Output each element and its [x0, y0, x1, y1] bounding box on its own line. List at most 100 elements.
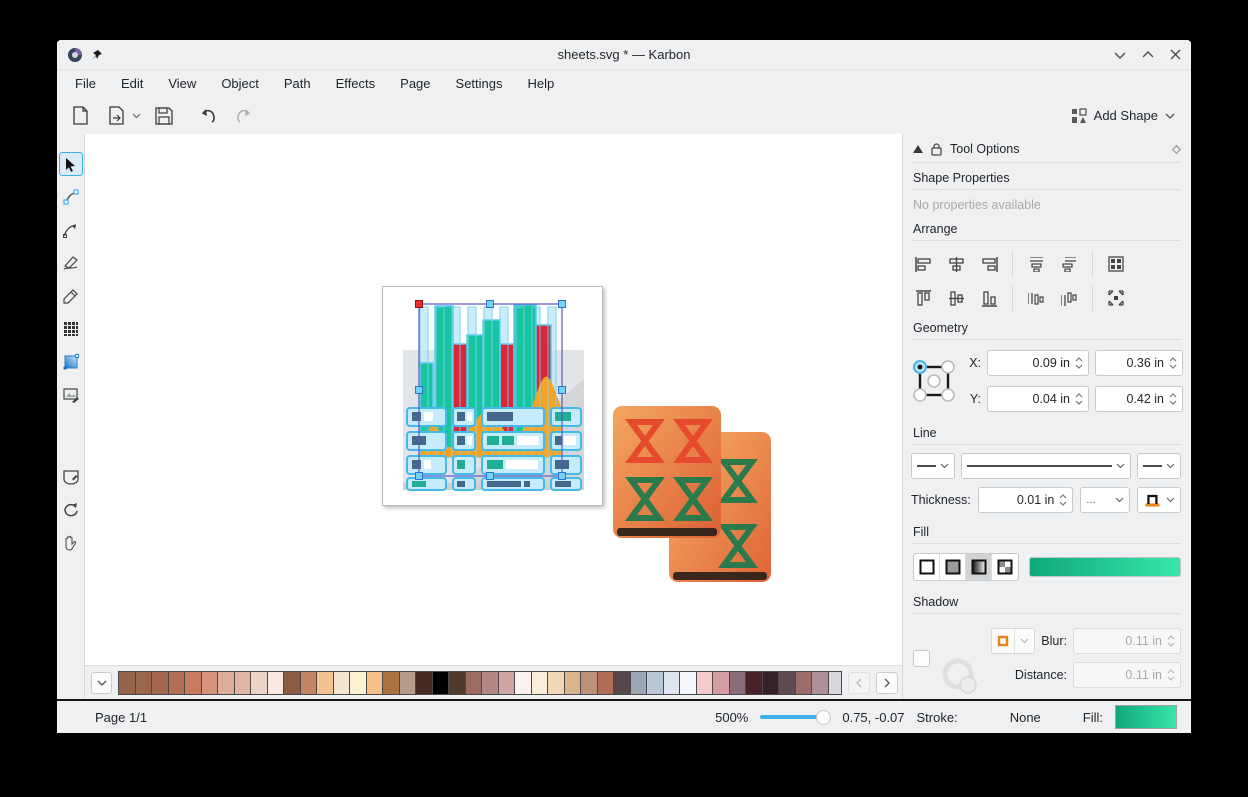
collapse-docker-icon[interactable] [913, 145, 923, 153]
color-swatch[interactable] [548, 672, 565, 694]
zoom-slider[interactable] [760, 708, 830, 726]
line-start-marker-combo[interactable] [911, 453, 955, 479]
gradient-tool-button[interactable] [59, 350, 83, 374]
zoom-tool-button[interactable] [59, 498, 83, 522]
align-center-vertical-button[interactable] [946, 288, 966, 308]
align-right-button[interactable] [979, 254, 999, 274]
distribute-vertical-center-button[interactable] [1026, 288, 1046, 308]
menu-object[interactable]: Object [221, 76, 259, 91]
zoom-slider-handle[interactable] [816, 710, 831, 725]
menu-page[interactable]: Page [400, 76, 430, 91]
fill-none-button[interactable] [914, 554, 940, 580]
color-swatch[interactable] [532, 672, 549, 694]
color-swatch[interactable] [169, 672, 186, 694]
canvas[interactable] [85, 134, 902, 665]
selection-handle-top-left[interactable] [415, 300, 423, 308]
align-top-button[interactable] [913, 288, 933, 308]
color-swatch[interactable] [152, 672, 169, 694]
line-end-marker-combo[interactable] [1137, 453, 1181, 479]
add-shape-button[interactable]: Add Shape [1065, 105, 1181, 127]
color-swatch[interactable] [730, 672, 747, 694]
ungroup-objects-button[interactable] [1106, 288, 1126, 308]
color-swatch[interactable] [598, 672, 615, 694]
color-swatch[interactable] [614, 672, 631, 694]
selection-handle-middle-left[interactable] [415, 386, 423, 394]
x-position-spinbox[interactable]: 0.09 in [987, 350, 1089, 376]
color-swatch[interactable] [581, 672, 598, 694]
color-swatch[interactable] [466, 672, 483, 694]
height-spinbox[interactable]: 0.42 in [1095, 386, 1183, 412]
align-center-horizontal-button[interactable] [946, 254, 966, 274]
menu-settings[interactable]: Settings [456, 76, 503, 91]
close-button[interactable] [1170, 49, 1181, 60]
edit-shapes-tool-button[interactable] [59, 185, 83, 209]
pan-tool-button[interactable] [59, 531, 83, 555]
redo-button[interactable] [231, 103, 257, 129]
thickness-spinbox[interactable]: 0.01 in [978, 487, 1074, 513]
fill-solid-button[interactable] [940, 554, 966, 580]
shadow-blur-spinbox[interactable]: 0.11 in [1073, 628, 1181, 654]
selection-handle-bottom-left[interactable] [415, 472, 423, 480]
save-button[interactable] [151, 103, 177, 129]
align-left-button[interactable] [913, 254, 933, 274]
fill-gradient-button[interactable] [966, 554, 992, 580]
fill-pattern-button[interactable] [992, 554, 1018, 580]
line-style-combo[interactable] [961, 453, 1131, 479]
selection-handle-top-right[interactable] [558, 300, 566, 308]
color-swatch[interactable] [284, 672, 301, 694]
title-bar[interactable]: sheets.svg * — Karbon [57, 40, 1191, 70]
color-swatch[interactable] [416, 672, 433, 694]
sheets-icon-artwork[interactable] [607, 400, 782, 590]
distribute-vertical-gaps-button[interactable] [1059, 288, 1079, 308]
distribute-horizontal-center-button[interactable] [1026, 254, 1046, 274]
color-swatch[interactable] [367, 672, 384, 694]
calligraphy-tool-button[interactable] [59, 251, 83, 275]
y-position-spinbox[interactable]: 0.04 in [987, 386, 1089, 412]
menu-help[interactable]: Help [528, 76, 555, 91]
pencil-tool-button[interactable] [59, 284, 83, 308]
maximize-button[interactable] [1142, 51, 1154, 59]
color-swatch[interactable] [235, 672, 252, 694]
open-document-button[interactable] [103, 103, 129, 129]
color-swatch[interactable] [218, 672, 235, 694]
selection-handle-middle-right[interactable] [558, 386, 566, 394]
color-swatch[interactable] [499, 672, 516, 694]
menu-edit[interactable]: Edit [121, 76, 143, 91]
selection-handle-bottom-right[interactable] [558, 472, 566, 480]
color-swatch[interactable] [812, 672, 829, 694]
color-swatch[interactable] [350, 672, 367, 694]
color-swatch[interactable] [136, 672, 153, 694]
color-swatch[interactable] [796, 672, 813, 694]
color-swatch[interactable] [829, 672, 842, 694]
select-tool-button[interactable] [59, 152, 83, 176]
color-swatch[interactable] [631, 672, 648, 694]
color-swatch[interactable] [334, 672, 351, 694]
menu-path[interactable]: Path [284, 76, 311, 91]
pen-tool-button[interactable] [59, 218, 83, 242]
palette-menu-button[interactable] [91, 672, 112, 694]
color-swatch[interactable] [449, 672, 466, 694]
new-document-button[interactable] [67, 103, 93, 129]
color-swatch[interactable] [301, 672, 318, 694]
align-bottom-button[interactable] [979, 288, 999, 308]
color-swatch[interactable] [713, 672, 730, 694]
color-swatch[interactable] [202, 672, 219, 694]
shadow-distance-spinbox[interactable]: 0.11 in [1073, 662, 1181, 688]
line-join-combo[interactable] [1137, 487, 1181, 513]
palette-scroll-right-button[interactable] [876, 672, 898, 694]
color-swatch[interactable] [680, 672, 697, 694]
line-cap-combo[interactable]: ... [1080, 487, 1130, 513]
float-docker-icon[interactable] [1172, 145, 1181, 154]
distribute-horizontal-gaps-button[interactable] [1059, 254, 1079, 274]
menu-file[interactable]: File [75, 76, 96, 91]
selection-handle-top-center[interactable] [486, 300, 494, 308]
color-swatch[interactable] [664, 672, 681, 694]
menu-view[interactable]: View [168, 76, 196, 91]
color-swatch[interactable] [482, 672, 499, 694]
color-swatch[interactable] [400, 672, 417, 694]
color-swatch[interactable] [317, 672, 334, 694]
shadow-enable-checkbox[interactable] [913, 650, 930, 667]
open-recent-chevron-icon[interactable] [132, 113, 141, 119]
lock-docker-icon[interactable] [931, 143, 942, 156]
shape-tool-button[interactable] [59, 465, 83, 489]
